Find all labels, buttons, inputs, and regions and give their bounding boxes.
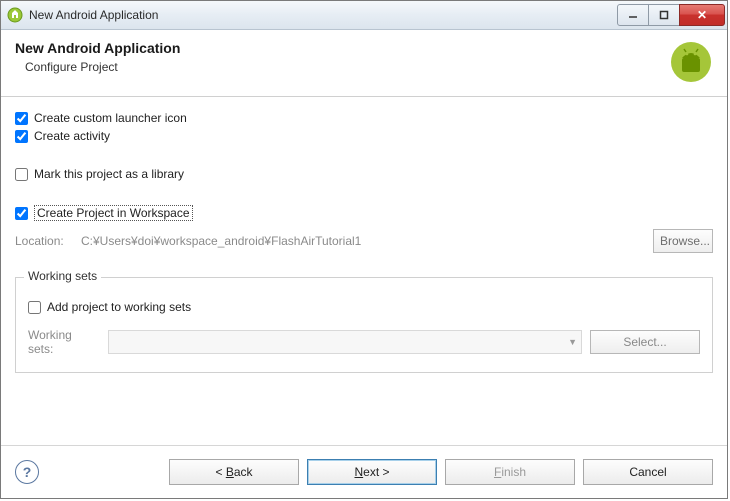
working-sets-row: Working sets: ▼ Select... xyxy=(28,328,700,356)
create-launcher-icon-checkbox[interactable] xyxy=(15,112,28,125)
working-sets-group: Working sets Add project to working sets… xyxy=(15,277,713,373)
help-icon[interactable]: ? xyxy=(15,460,39,484)
option-create-in-workspace[interactable]: Create Project in Workspace xyxy=(15,205,713,221)
create-activity-label: Create activity xyxy=(34,129,110,143)
location-input xyxy=(79,231,645,251)
mark-library-label: Mark this project as a library xyxy=(34,167,184,181)
create-in-workspace-label: Create Project in Workspace xyxy=(34,205,193,221)
wizard-footer: ? < Back Next > Finish Cancel xyxy=(1,445,727,498)
working-sets-combo: ▼ xyxy=(108,330,582,354)
working-sets-legend: Working sets xyxy=(24,269,101,283)
option-mark-library[interactable]: Mark this project as a library xyxy=(15,167,713,181)
next-button[interactable]: Next > xyxy=(307,459,437,485)
banner-subtitle: Configure Project xyxy=(25,60,180,74)
add-to-working-sets-checkbox[interactable] xyxy=(28,301,41,314)
location-label: Location: xyxy=(15,234,71,248)
cancel-button[interactable]: Cancel xyxy=(583,459,713,485)
select-working-sets-button: Select... xyxy=(590,330,700,354)
minimize-button[interactable] xyxy=(617,4,649,26)
create-launcher-icon-label: Create custom launcher icon xyxy=(34,111,187,125)
app-icon xyxy=(7,7,23,23)
chevron-down-icon: ▼ xyxy=(568,337,577,347)
wizard-body: Create custom launcher icon Create activ… xyxy=(1,97,727,445)
option-create-launcher-icon[interactable]: Create custom launcher icon xyxy=(15,111,713,125)
back-button[interactable]: < Back xyxy=(169,459,299,485)
dialog-window: New Android Application ✕ New Android Ap… xyxy=(0,0,728,499)
banner-heading: New Android Application xyxy=(15,40,180,56)
create-activity-checkbox[interactable] xyxy=(15,130,28,143)
create-in-workspace-checkbox[interactable] xyxy=(15,207,28,220)
finish-button: Finish xyxy=(445,459,575,485)
option-create-activity[interactable]: Create activity xyxy=(15,129,713,143)
wizard-banner: New Android Application Configure Projec… xyxy=(1,30,727,97)
add-to-working-sets-label: Add project to working sets xyxy=(47,300,191,314)
window-controls: ✕ xyxy=(618,4,725,26)
maximize-button[interactable] xyxy=(648,4,680,26)
location-row: Location: Browse... xyxy=(15,229,713,253)
browse-button[interactable]: Browse... xyxy=(653,229,713,253)
option-add-to-working-sets[interactable]: Add project to working sets xyxy=(28,300,700,314)
mark-library-checkbox[interactable] xyxy=(15,168,28,181)
close-button[interactable]: ✕ xyxy=(679,4,725,26)
window-title: New Android Application xyxy=(29,8,618,22)
android-icon xyxy=(669,40,713,84)
titlebar: New Android Application ✕ xyxy=(1,1,727,30)
working-sets-combo-label: Working sets: xyxy=(28,328,100,356)
